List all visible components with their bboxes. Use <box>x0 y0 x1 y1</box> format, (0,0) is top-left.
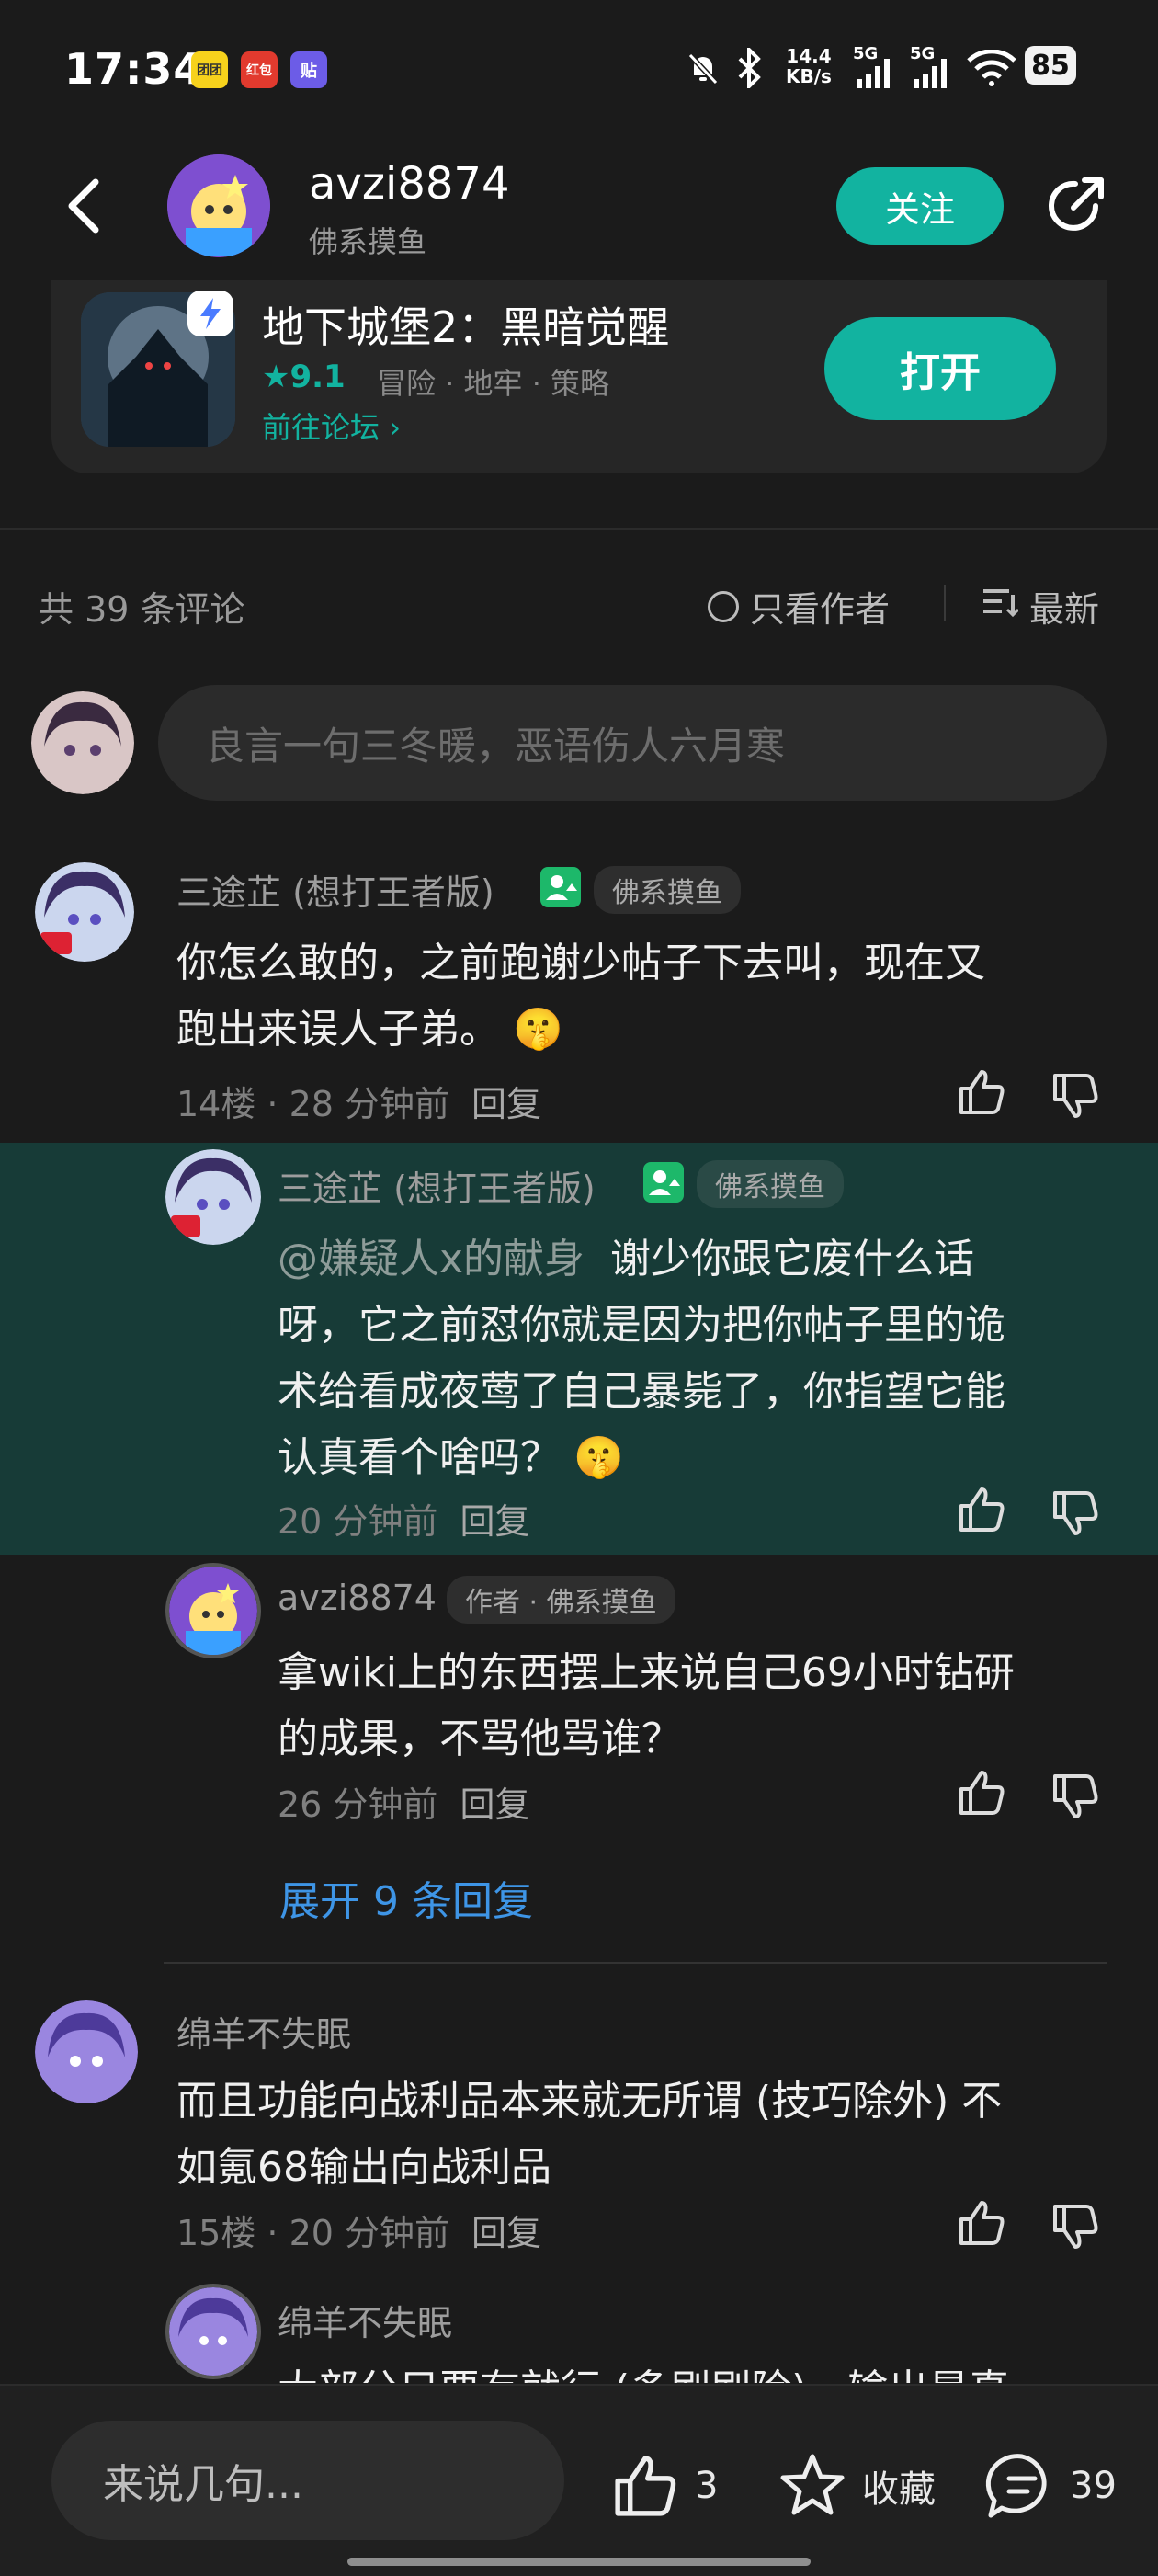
like-button[interactable]: 3 <box>610 2451 718 2521</box>
user-tag: 佛系摸鱼 <box>594 866 741 914</box>
thumbs-up-icon[interactable] <box>956 1767 1007 1818</box>
thumbs-down-icon[interactable] <box>1050 1487 1101 1539</box>
comment-count-bottom: 39 <box>1070 2465 1117 2507</box>
comment-bubble-icon <box>985 2451 1059 2521</box>
status-time: 17:34 <box>64 44 204 94</box>
mention-link[interactable]: @嫌疑人x的献身 <box>278 1236 585 1282</box>
author-avatar[interactable] <box>165 1563 261 1658</box>
commenter-avatar[interactable] <box>35 2000 138 2103</box>
level-badge-icon <box>643 1162 684 1203</box>
author-reply-text: 拿wiki上的东西摆上来说自己69小时钻研 的成果，不骂他骂谁？ <box>278 1649 1015 1762</box>
user-tag: 佛系摸鱼 <box>697 1160 844 1208</box>
section-divider <box>0 528 1158 530</box>
app-notification-icon: 团团 <box>191 51 228 88</box>
reply-button[interactable]: 回复 <box>460 1501 529 1542</box>
thumbs-up-icon[interactable] <box>956 2197 1007 2249</box>
emoji-icon: 🤫 <box>561 1434 624 1481</box>
bluetooth-icon <box>735 48 763 88</box>
reply-meta: 20 分钟前 回复 <box>278 1501 530 1542</box>
reply-name[interactable]: 三途芷 (想打王者版) <box>278 1160 596 1211</box>
lightning-badge-icon <box>187 291 233 336</box>
tieba-notification-icon: 贴 <box>290 51 327 88</box>
sort-divider <box>944 585 946 621</box>
network-speed: 14.4 KB/s <box>786 45 832 87</box>
like-count: 3 <box>695 2465 719 2507</box>
reply-button[interactable]: 回复 <box>460 1784 529 1825</box>
commenter-name[interactable]: 三途芷 (想打王者版) <box>176 864 494 915</box>
thumbs-down-icon[interactable] <box>1050 1771 1101 1822</box>
commenter-name[interactable]: 绵羊不失眠 <box>176 2006 351 2057</box>
open-game-button[interactable]: 打开 <box>824 317 1056 420</box>
chevron-right-icon: › <box>389 410 401 445</box>
comment-count: 共 39 条评论 <box>39 589 245 630</box>
sort-icon <box>982 586 1020 627</box>
reply-text: @嫌疑人x的献身 谢少你跟它废什么话 呀，它之前怼你就是因为把你帖子里的诡 术给看… <box>278 1236 1005 1481</box>
battery-indicator: 85 <box>1025 46 1076 85</box>
reply-button[interactable]: 回复 <box>471 1084 541 1124</box>
signal-1-icon <box>855 57 895 90</box>
thumbs-up-icon[interactable] <box>956 1484 1007 1535</box>
level-badge-icon <box>540 867 581 907</box>
game-tags: 冒险 · 地牢 · 策略 <box>377 366 610 401</box>
reply-text-partial: 大部分只要有就行 (多刷刷险)，输出是真 <box>278 2357 1009 2383</box>
thumbs-up-icon[interactable] <box>956 1066 1007 1118</box>
header-subtitle: 佛系摸鱼 <box>309 224 427 259</box>
home-indicator[interactable] <box>347 2558 811 2566</box>
game-title: 地下城堡2：黑暗觉醒 <box>262 302 670 352</box>
radio-circle-icon <box>708 590 739 622</box>
comments-button[interactable]: 39 <box>985 2451 1117 2521</box>
back-icon[interactable] <box>64 177 105 235</box>
wifi-icon <box>967 50 1016 86</box>
star-icon: ★ <box>262 359 290 395</box>
emoji-icon: 🤫 <box>500 1006 563 1053</box>
reply-avatar[interactable] <box>165 2284 261 2379</box>
my-avatar[interactable] <box>31 691 134 794</box>
favorite-button[interactable]: 收藏 <box>778 2451 936 2521</box>
bottom-comment-input[interactable]: 来说几句... <box>51 2421 564 2540</box>
author-name[interactable]: avzi8874 <box>278 1578 437 1618</box>
author-reply-meta: 26 分钟前 回复 <box>278 1784 530 1825</box>
favorite-label: 收藏 <box>862 2468 936 2511</box>
comment-meta: 14楼 · 28 分钟前 回复 <box>176 1084 542 1124</box>
user-avatar[interactable] <box>167 154 270 257</box>
comment-input[interactable]: 良言一句三冬暖，恶语伤人六月寒 <box>158 685 1107 801</box>
comment-separator <box>164 1962 1107 1964</box>
game-rating: ★9.1 <box>262 359 346 395</box>
reply-avatar[interactable] <box>165 1149 261 1245</box>
mute-bell-icon <box>685 50 721 86</box>
comment-text: 而且功能向战利品本来就无所谓 (技巧除外) 不 如氪68输出向战利品 <box>176 2078 1003 2191</box>
share-icon[interactable] <box>1040 171 1110 241</box>
signal-2-icon <box>912 57 952 90</box>
reply-button[interactable]: 回复 <box>471 2213 541 2253</box>
reply-name[interactable]: 绵羊不失眠 <box>278 2295 452 2345</box>
forum-link[interactable]: 前往论坛 › <box>262 405 401 447</box>
comment-meta: 15楼 · 20 分钟前 回复 <box>176 2213 542 2253</box>
comment-text: 你怎么敢的，之前跑谢少帖子下去叫，现在又 跑出来误人子弟。 🤫 <box>176 940 985 1053</box>
commenter-avatar[interactable] <box>35 862 134 962</box>
star-outline-icon <box>778 2451 847 2521</box>
author-only-toggle[interactable]: 只看作者 <box>708 581 890 632</box>
thumbs-up-icon <box>610 2451 680 2521</box>
follow-button[interactable]: 关注 <box>836 167 1004 245</box>
sort-latest-button[interactable]: 最新 <box>982 581 1099 632</box>
status-bar: 17:34 团团 红包 贴 14.4 KB/s 5G 5G 85 <box>0 0 1158 138</box>
thumbs-down-icon[interactable] <box>1050 2201 1101 2252</box>
redpacket-notification-icon: 红包 <box>241 51 278 88</box>
author-tag: 作者 · 佛系摸鱼 <box>447 1576 676 1624</box>
thumbs-down-icon[interactable] <box>1050 1070 1101 1122</box>
header-username: avzi8874 <box>309 158 510 210</box>
expand-replies-link[interactable]: 展开 9 条回复 <box>279 1868 533 1927</box>
